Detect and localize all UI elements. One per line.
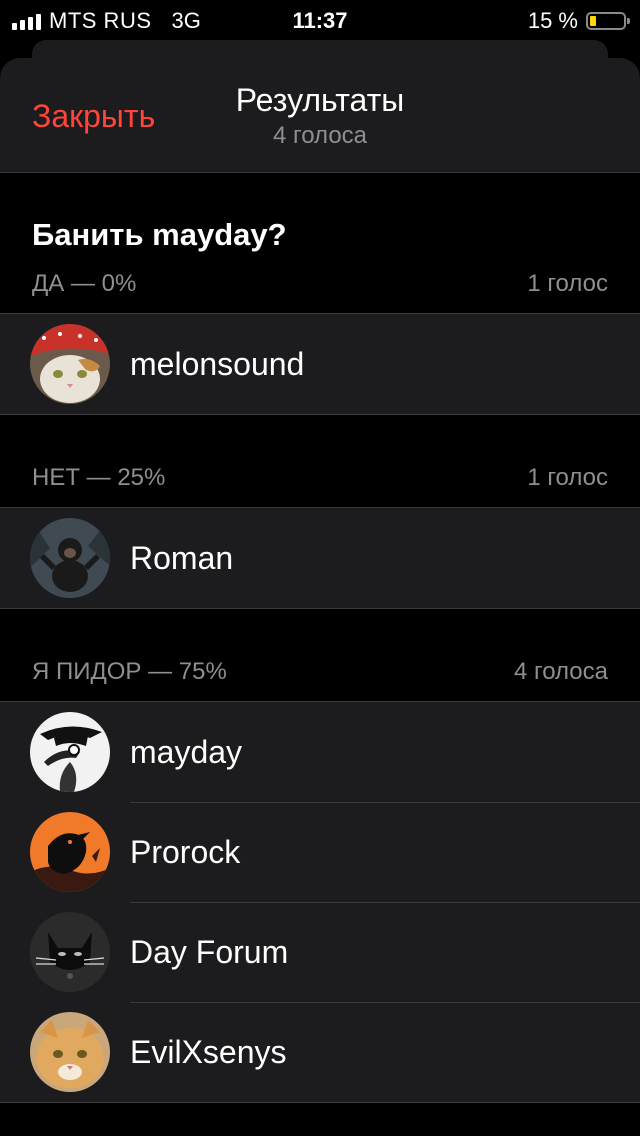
option-vote-count: 1 голос bbox=[527, 464, 608, 491]
voter-row[interactable]: Prorock bbox=[0, 802, 640, 902]
poll-option-no: НЕТ — 25% 1 голос Roman bbox=[0, 449, 640, 609]
option-vote-count: 4 голоса bbox=[513, 658, 608, 685]
black-cat-avatar-icon bbox=[30, 912, 110, 992]
option-header: ДА — 0% 1 голос bbox=[0, 255, 640, 313]
vote-total: 4 голоса bbox=[272, 122, 368, 149]
status-bar-right: 15 % bbox=[527, 8, 630, 34]
voter-name: mayday bbox=[130, 733, 243, 770]
raven-avatar-icon bbox=[30, 812, 110, 892]
voter-list: melonsound bbox=[0, 313, 640, 415]
status-bar: MTS RUS 3G 11:37 15 % bbox=[0, 0, 640, 40]
voter-row[interactable]: Day Forum bbox=[0, 902, 640, 1002]
cat-avatar-icon bbox=[30, 324, 110, 404]
navigation-bar: Закрыть Результаты 4 голоса bbox=[0, 58, 640, 173]
poll-option-yes: ДА — 0% 1 голос melonsound bbox=[0, 255, 640, 415]
voter-name: Day Forum bbox=[130, 933, 289, 970]
voter-row[interactable]: mayday bbox=[0, 702, 640, 802]
voter-name: Prorock bbox=[130, 833, 241, 870]
option-header: Я ПИДОР — 75% 4 голоса bbox=[0, 643, 640, 701]
option-label: Я ПИДОР — 75% bbox=[32, 658, 227, 685]
battery-percent: 15 % bbox=[527, 8, 578, 33]
monkey-avatar-icon bbox=[30, 518, 110, 598]
ginger-cat-avatar-icon bbox=[30, 1012, 110, 1092]
voter-list: mayday Prorock Day Forum EvilXsenys bbox=[0, 701, 640, 1103]
poll-option-third: Я ПИДОР — 75% 4 голоса mayday Prorock Da… bbox=[0, 643, 640, 1103]
option-header: НЕТ — 25% 1 голос bbox=[0, 449, 640, 507]
voter-list: Roman bbox=[0, 507, 640, 609]
voter-name: EvilXsenys bbox=[130, 1033, 287, 1070]
voter-row[interactable]: EvilXsenys bbox=[0, 1002, 640, 1102]
option-vote-count: 1 голос bbox=[527, 270, 608, 297]
option-label: ДА — 0% bbox=[32, 270, 137, 297]
voter-name: melonsound bbox=[130, 345, 305, 382]
poll-question: Банить mayday? bbox=[32, 217, 287, 252]
option-label: НЕТ — 25% bbox=[32, 464, 166, 491]
voter-row[interactable]: Roman bbox=[0, 508, 640, 608]
plague-doctor-avatar-icon bbox=[30, 712, 110, 792]
results-sheet: Закрыть Результаты 4 голоса Банить mayda… bbox=[0, 58, 640, 1136]
voter-name: Roman bbox=[130, 539, 234, 576]
voter-row[interactable]: melonsound bbox=[0, 314, 640, 414]
page-title: Результаты bbox=[235, 82, 405, 118]
battery-icon bbox=[586, 12, 630, 30]
